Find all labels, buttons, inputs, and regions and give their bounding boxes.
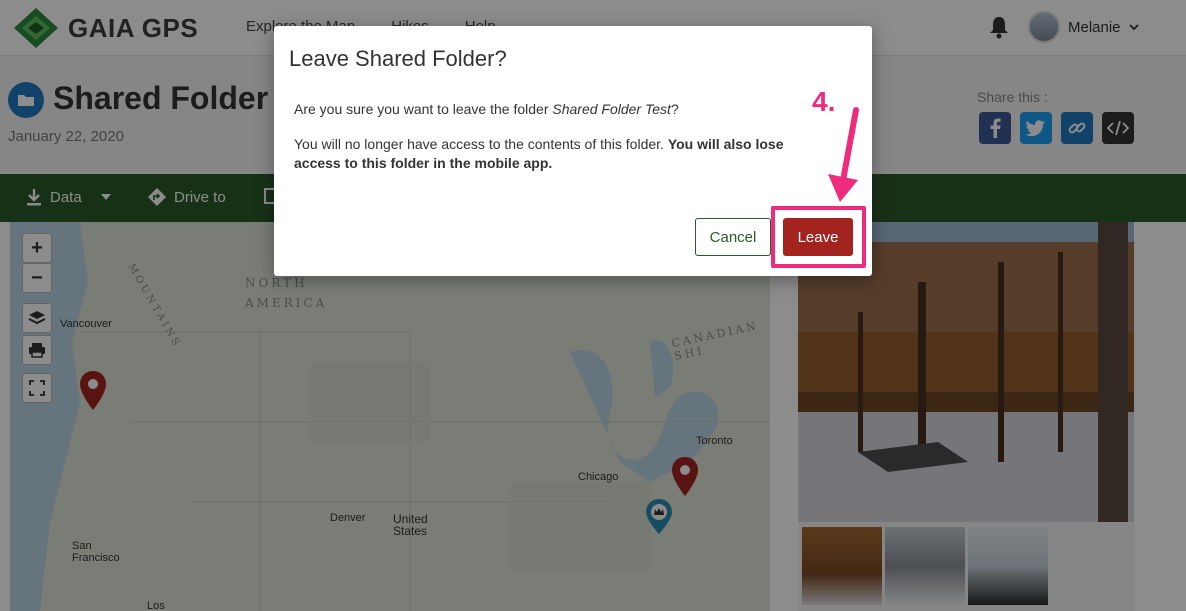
confirm-text-suffix: ?: [670, 101, 679, 117]
annotation-arrow-icon: [828, 107, 859, 202]
dialog-warning-text: You will no longer have access to the co…: [294, 135, 834, 173]
dialog-confirm-text: Are you sure you want to leave the folde…: [294, 101, 679, 117]
annotation-highlight-box: [771, 206, 866, 268]
dialog-title: Leave Shared Folder?: [289, 46, 507, 71]
cancel-button[interactable]: Cancel: [695, 218, 771, 256]
confirm-text-prefix: Are you sure you want to leave the folde…: [294, 101, 553, 117]
folder-name-emphasis: Shared Folder Test: [552, 101, 671, 117]
warning-text-plain: You will no longer have access to the co…: [294, 136, 668, 152]
